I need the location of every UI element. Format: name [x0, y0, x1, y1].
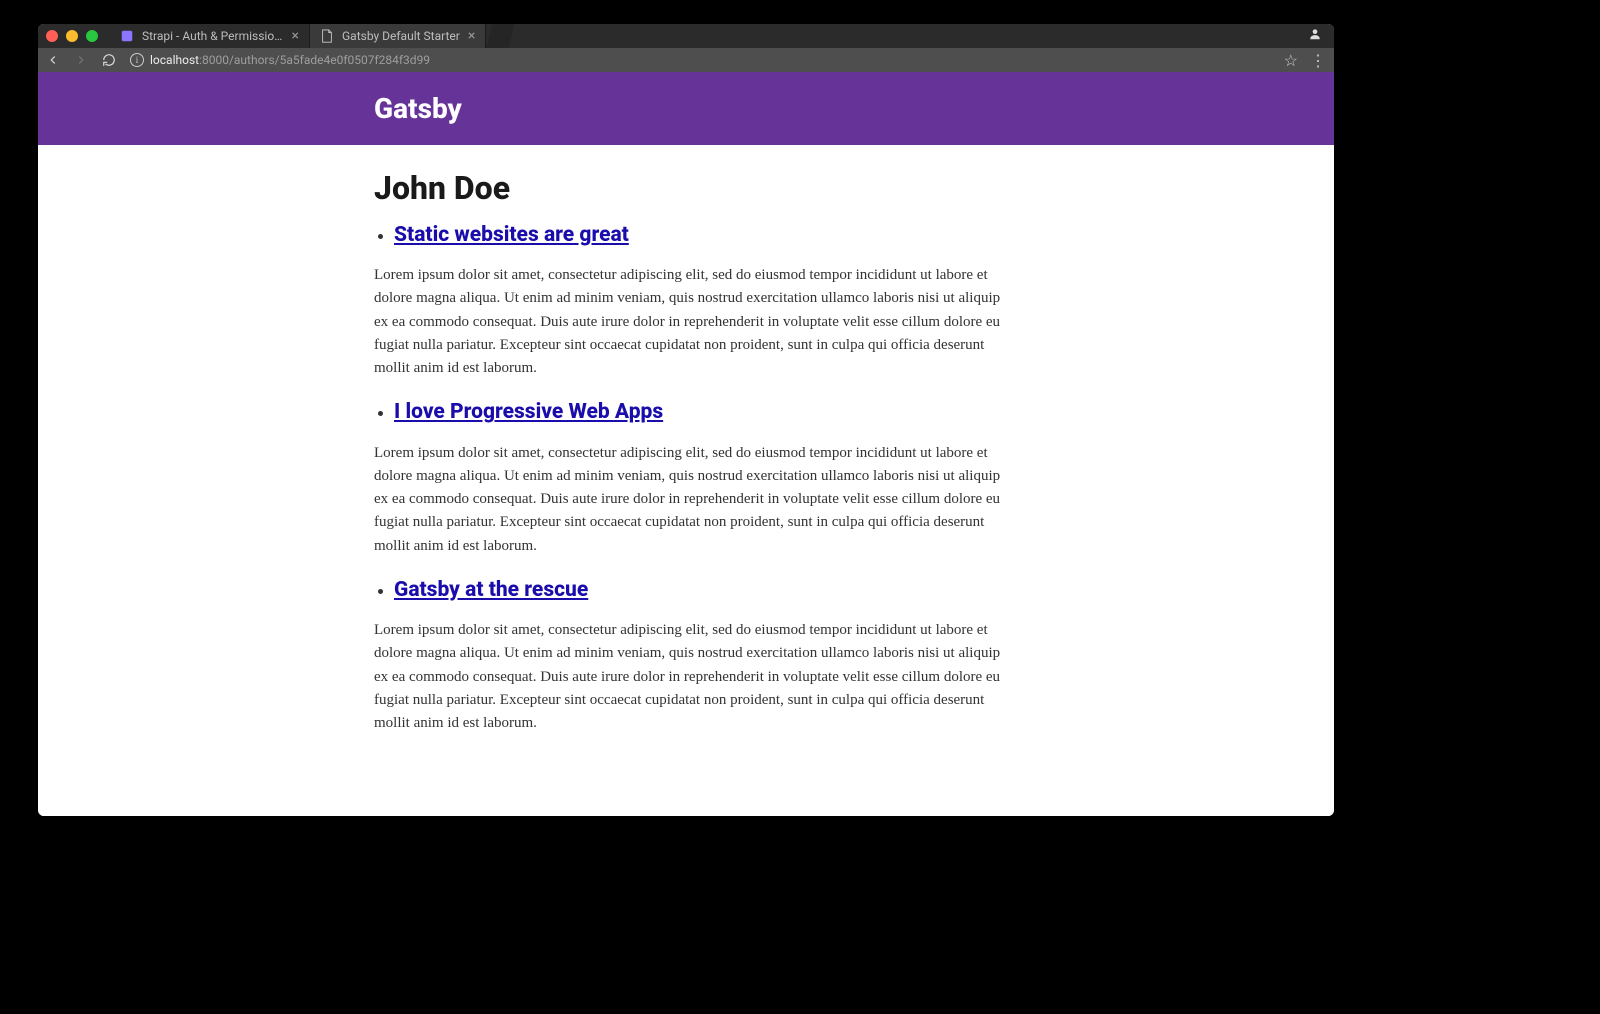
- url-path: :8000/authors/5a5fade4e0f0507f284f3d99: [199, 53, 430, 67]
- tab-title: Gatsby Default Starter: [342, 29, 460, 43]
- bookmark-icon[interactable]: ☆: [1284, 51, 1298, 70]
- page-content: John Doe Static websites are great Lorem…: [374, 145, 1014, 795]
- page-viewport[interactable]: Gatsby John Doe Static websites are grea…: [38, 72, 1334, 816]
- article-title: Static websites are great: [394, 223, 1014, 248]
- browser-tab-gatsby[interactable]: Gatsby Default Starter ×: [310, 24, 486, 48]
- browser-addressbar: i localhost:8000/authors/5a5fade4e0f0507…: [38, 48, 1334, 72]
- traffic-lights: [46, 30, 98, 42]
- article-body: Lorem ipsum dolor sit amet, consectetur …: [374, 264, 1014, 380]
- reload-button[interactable]: [102, 53, 116, 67]
- article-body: Lorem ipsum dolor sit amet, consectetur …: [374, 619, 1014, 735]
- brand-link[interactable]: Gatsby: [374, 92, 462, 125]
- titlebar-right: [1308, 27, 1326, 45]
- browser-tabs: Strapi - Auth & Permissions × Gatsby Def…: [110, 24, 514, 48]
- article-list: Static websites are great Lorem ipsum do…: [374, 223, 1014, 735]
- url-host: localhost: [150, 53, 199, 67]
- window-maximize-button[interactable]: [86, 30, 98, 42]
- page-title: John Doe: [374, 169, 1014, 207]
- new-tab-button[interactable]: [486, 24, 514, 48]
- browser-titlebar: Strapi - Auth & Permissions × Gatsby Def…: [38, 24, 1334, 48]
- article-title: I love Progressive Web Apps: [394, 400, 1014, 425]
- strapi-favicon-icon: [120, 29, 134, 43]
- back-button[interactable]: [46, 53, 60, 67]
- article-link[interactable]: Static websites are great: [394, 223, 629, 247]
- tab-title: Strapi - Auth & Permissions: [142, 29, 284, 43]
- list-item: I love Progressive Web Apps Lorem ipsum …: [394, 400, 1014, 557]
- file-favicon-icon: [320, 29, 334, 43]
- list-item: Static websites are great Lorem ipsum do…: [394, 223, 1014, 380]
- window-close-button[interactable]: [46, 30, 58, 42]
- article-link[interactable]: Gatsby at the rescue: [394, 578, 588, 602]
- browser-menu-icon[interactable]: ⋮: [1310, 51, 1326, 70]
- list-item: Gatsby at the rescue Lorem ipsum dolor s…: [394, 578, 1014, 735]
- close-tab-icon[interactable]: ×: [292, 29, 299, 43]
- article-body: Lorem ipsum dolor sit amet, consectetur …: [374, 442, 1014, 558]
- window-minimize-button[interactable]: [66, 30, 78, 42]
- browser-window: Strapi - Auth & Permissions × Gatsby Def…: [38, 24, 1334, 816]
- url-bar[interactable]: i localhost:8000/authors/5a5fade4e0f0507…: [130, 53, 1270, 67]
- browser-tab-strapi[interactable]: Strapi - Auth & Permissions ×: [110, 24, 310, 48]
- site-info-icon[interactable]: i: [130, 53, 144, 67]
- forward-button[interactable]: [74, 53, 88, 67]
- article-title: Gatsby at the rescue: [394, 578, 1014, 603]
- profile-icon[interactable]: [1308, 27, 1322, 45]
- close-tab-icon[interactable]: ×: [468, 29, 475, 43]
- article-link[interactable]: I love Progressive Web Apps: [394, 400, 663, 424]
- site-header: Gatsby: [38, 72, 1334, 145]
